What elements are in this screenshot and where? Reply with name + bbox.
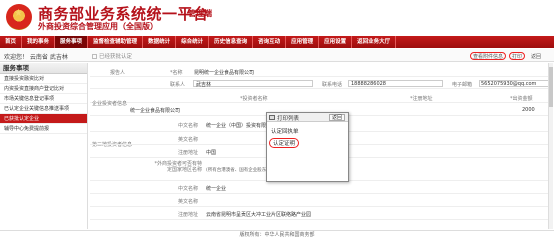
sidebar-item[interactable]: 市场关键信息登记事项 — [0, 94, 87, 104]
print-item-receipt[interactable]: 认定回执单 — [271, 127, 299, 135]
cn-name-label: 中文名称 — [178, 123, 199, 129]
country-label: 注册地址 — [178, 150, 199, 156]
form-row-reg-addr: 注册地址 云南省昆明市呈贡区大冲工业片区联络路产业园 — [90, 208, 552, 220]
sidebar-item-approved[interactable]: 已获批认定企业 — [0, 114, 87, 124]
app-title-suffix: 管理端 — [188, 9, 212, 18]
form-row-enterprise: 报告人 *名称 昆明统一企业食品有限公司 — [90, 67, 552, 77]
email-value: 5652075930@qq.com — [481, 81, 537, 87]
sidebar-heading: 服务事项 — [0, 63, 87, 74]
email-label: 电子邮箱 — [452, 82, 473, 88]
nav-data-stats[interactable]: 数据统计 — [143, 36, 177, 48]
nav-service-items[interactable]: 服务事项 — [55, 36, 89, 48]
phone-label: 联系电话 — [322, 82, 343, 88]
enterprise-name-label: *名称 — [170, 70, 183, 76]
top-nav: 首页 我的事务 服务事项 监督检查辅助管理 数据统计 综合统计 历史信息查询 咨… — [0, 36, 554, 48]
country-value: 中国 — [206, 150, 217, 156]
nav-back-hall[interactable]: 返回业务大厅 — [352, 36, 397, 48]
nav-app-settings[interactable]: 应用设置 — [319, 36, 353, 48]
app-subtitle: 外商投资综合管理应用（全国版） — [38, 22, 158, 31]
view-attachment-button[interactable]: 查看附件信息 — [470, 52, 507, 60]
sidebar: 服务事项 直接投资融资比对 内资投资直接商户登记比对 市场关键信息登记事项 已认… — [0, 63, 88, 229]
app-header: 商务部业务系统统一平台 管理端 外商投资综合管理应用（全国版） — [0, 0, 554, 34]
reporter-label: 报告人 — [110, 70, 126, 76]
print-list-dialog: 打印列表 返回 认定回执单 认定证明 — [266, 112, 349, 182]
footer: 版权所有：中华人民共和国商务部 — [0, 230, 554, 240]
scrollbar-thumb[interactable] — [549, 67, 553, 107]
form-row-en-name2: 英文名称 — [90, 195, 552, 207]
cn-name2-label: 中文名称 — [178, 186, 199, 192]
investor-section-label: 企业投资者信息 — [92, 101, 128, 107]
breadcrumb-label: 已经获批认定 — [99, 54, 133, 60]
investor-amount-header: *出资金额 — [510, 96, 533, 102]
reg-addr-label: 注册地址 — [178, 212, 199, 218]
nav-consult[interactable]: 咨询互动 — [253, 36, 287, 48]
enterprise-name-value: 昆明统一企业食品有限公司 — [194, 70, 255, 76]
nav-home[interactable]: 首页 — [0, 36, 23, 48]
sidebar-item[interactable]: 辅导中心免费提前报 — [0, 124, 87, 134]
nav-app-manage[interactable]: 应用管理 — [286, 36, 320, 48]
printer-icon — [269, 115, 275, 120]
print-list-back-button[interactable]: 返回 — [328, 114, 345, 121]
sidebar-item[interactable]: 内资投资直接商户登记比对 — [0, 84, 87, 94]
welcome-text: 欢迎您！ 云南省 武吉林 — [4, 54, 68, 61]
page-toolbar: 查看附件信息 打印 返回 — [470, 52, 544, 60]
nav-history-query[interactable]: 历史信息查询 — [209, 36, 254, 48]
back-button[interactable]: 返回 — [528, 52, 544, 60]
print-item-certificate[interactable]: 认定证明 — [269, 138, 300, 148]
contact-value: 武吉林 — [196, 82, 212, 88]
form-row-investor-header: *投资者名称 *注册地址 *出资金额 — [90, 92, 552, 103]
contact-label: 联系人 — [170, 82, 186, 88]
type-label: *外商投资者可否有特定国家地区名称 — [154, 161, 202, 173]
form-row-contact: 联系人 武吉林 联系电话 18888286028 电子邮箱 5652075930… — [90, 78, 552, 89]
investor-reg-header: *注册地址 — [410, 96, 433, 102]
phone-value: 18888286028 — [351, 81, 386, 87]
investor-name-header: *投资者名称 — [240, 96, 268, 102]
en-name-label: 英文名称 — [178, 137, 199, 143]
breadcrumb: 已经获批认定 — [92, 52, 132, 60]
print-list-header: 打印列表 返回 — [267, 113, 348, 122]
national-emblem-icon — [6, 4, 32, 30]
nav-overall-stats[interactable]: 综合统计 — [176, 36, 210, 48]
checkbox-icon — [92, 54, 97, 59]
investor-name-value: 统一企业食品有限公司 — [130, 108, 181, 114]
en-name2-label: 英文名称 — [178, 199, 199, 205]
nav-my-affairs[interactable]: 我的事务 — [22, 36, 56, 48]
sidebar-item[interactable]: 已认定企业关键信息推送事项 — [0, 104, 87, 114]
cn-name2-value: 统一企业 — [206, 186, 227, 192]
nav-supervision[interactable]: 监督检查辅助管理 — [88, 36, 144, 48]
investor-amount-value: 2000 — [522, 107, 535, 113]
print-button[interactable]: 打印 — [509, 52, 526, 60]
sidebar-item[interactable]: 直接投资融资比对 — [0, 74, 87, 84]
form-row-cn-name2: 中文名称 统一企业 — [90, 182, 552, 194]
print-list-title: 打印列表 — [277, 116, 300, 122]
vertical-scrollbar[interactable] — [548, 63, 553, 229]
reg-addr-value: 云南省昆明市呈贡区大冲工业片区联络路产业园 — [206, 212, 312, 218]
